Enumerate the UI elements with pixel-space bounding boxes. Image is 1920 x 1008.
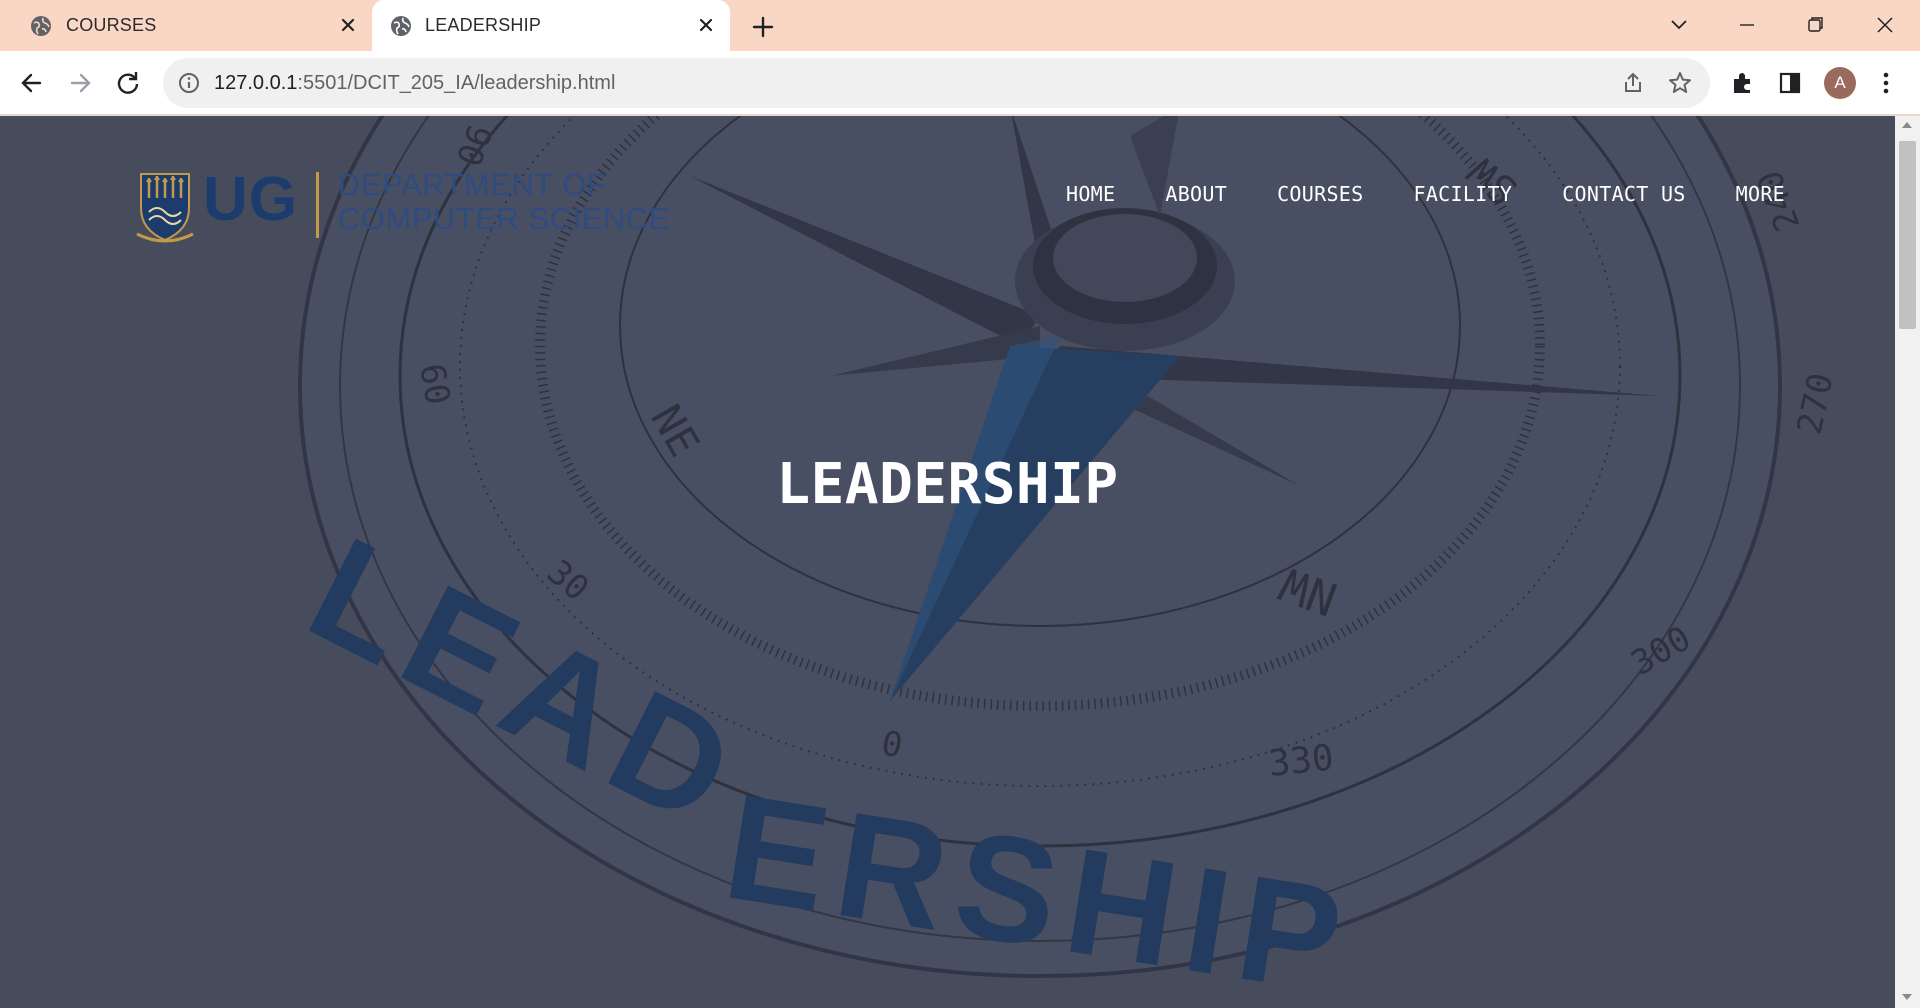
url-host: 127.0.0.1 (214, 72, 298, 94)
nav-more[interactable]: MORE (1736, 182, 1785, 206)
nav-contact-us[interactable]: CONTACT US (1562, 182, 1685, 206)
scroll-up-arrow-icon[interactable] (1902, 122, 1912, 128)
minimize-icon[interactable] (1732, 10, 1762, 40)
back-arrow-icon[interactable] (14, 65, 50, 101)
menu-kebab-icon[interactable] (1868, 65, 1904, 101)
tab-courses[interactable]: COURSES (0, 0, 370, 51)
url-text[interactable]: 127.0.0.1:5501/DCIT_205_IA/leadership.ht… (214, 72, 615, 95)
nav-courses[interactable]: COURSES (1277, 182, 1363, 206)
page-viewport: 60 30 0 330 300 270 240 90 NE NW SW LEAD… (0, 116, 1895, 1008)
restore-icon[interactable] (1801, 10, 1831, 40)
site-info-icon[interactable] (177, 71, 201, 95)
logo-department-line-2: COMPUTER SCIENCE (338, 201, 670, 236)
tab-title: COURSES (66, 15, 157, 35)
university-crest-icon (136, 173, 194, 243)
forward-arrow-icon[interactable] (62, 65, 98, 101)
new-tab-plus-icon[interactable] (748, 12, 778, 42)
hero-title: LEADERSHIP (776, 452, 1119, 517)
profile-avatar[interactable]: A (1824, 67, 1856, 99)
scroll-down-arrow-icon[interactable] (1902, 994, 1912, 1000)
tab-title: LEADERSHIP (425, 15, 542, 35)
nav-about[interactable]: ABOUT (1165, 182, 1227, 206)
share-icon[interactable] (1620, 70, 1646, 96)
reload-icon[interactable] (110, 65, 146, 101)
logo-divider (316, 172, 319, 238)
bookmark-star-icon[interactable] (1667, 70, 1693, 96)
close-window-icon[interactable] (1870, 10, 1900, 40)
address-bar[interactable]: 127.0.0.1:5501/DCIT_205_IA/leadership.ht… (163, 58, 1710, 108)
logo-ug-mark: UG (203, 165, 298, 234)
extensions-puzzle-icon[interactable] (1725, 65, 1761, 101)
page-scrollbar[interactable] (1895, 116, 1920, 1008)
globe-icon (31, 16, 51, 36)
hero-compass-illustration: 60 30 0 330 300 270 240 90 NE NW SW LEAD… (0, 116, 1895, 1008)
close-icon[interactable] (336, 13, 360, 37)
nav-facility[interactable]: FACILITY (1413, 182, 1512, 206)
site-logo[interactable]: UG DEPARTMENT OF COMPUTER SCIENCE (135, 165, 675, 248)
tab-search-chevron-icon[interactable] (1664, 10, 1694, 40)
main-nav: HOME ABOUT COURSES FACILITY CONTACT US M… (1066, 182, 1785, 206)
url-path: :5501/DCIT_205_IA/leadership.html (297, 72, 616, 94)
side-panel-icon[interactable] (1772, 65, 1808, 101)
globe-icon (391, 16, 411, 36)
logo-department-line-1: DEPARTMENT OF (338, 167, 607, 202)
browser-toolbar: 127.0.0.1:5501/DCIT_205_IA/leadership.ht… (0, 51, 1920, 115)
close-icon[interactable] (694, 13, 718, 37)
nav-home[interactable]: HOME (1066, 182, 1115, 206)
tab-leadership[interactable]: LEADERSHIP (372, 0, 730, 51)
tab-strip: COURSES LEADERSHIP (0, 0, 1920, 51)
scrollbar-thumb[interactable] (1899, 141, 1916, 329)
